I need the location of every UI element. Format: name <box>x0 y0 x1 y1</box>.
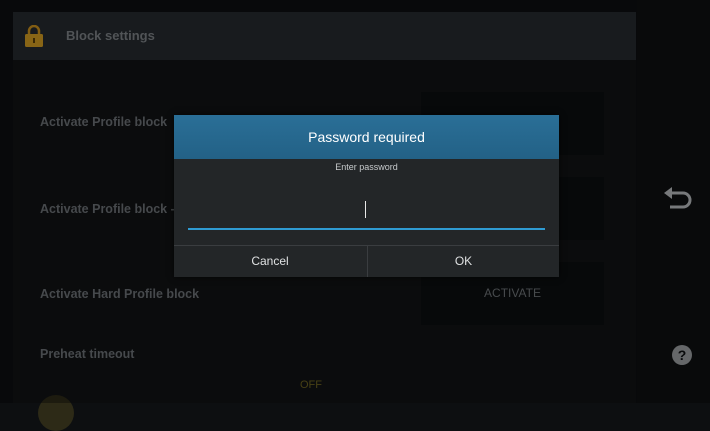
text-caret <box>365 201 366 218</box>
dialog-subtitle: Enter password <box>335 162 398 172</box>
dialog-title: Password required <box>174 115 559 159</box>
cancel-button[interactable]: Cancel <box>174 246 366 277</box>
password-input[interactable] <box>188 194 545 230</box>
password-dialog: Password required Enter password Cancel … <box>174 115 559 277</box>
ok-button[interactable]: OK <box>367 246 559 277</box>
